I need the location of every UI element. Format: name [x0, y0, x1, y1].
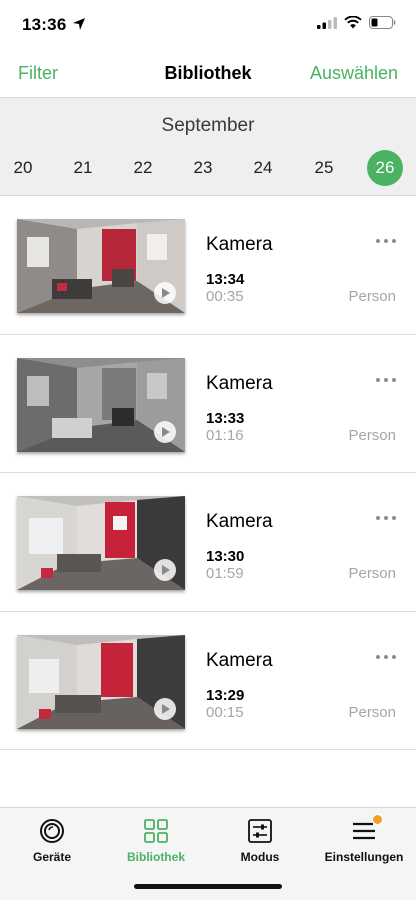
recording-row[interactable]: Kamera 13:29 00:15 Person	[0, 612, 416, 750]
recording-title: Kamera	[206, 234, 273, 255]
recording-title: Kamera	[206, 649, 273, 671]
day-item[interactable]: 20	[5, 150, 41, 186]
recording-tag: Person	[348, 288, 396, 305]
tab-settings[interactable]: Einstellungen	[312, 814, 416, 878]
recording-time: 13:34	[206, 271, 245, 288]
navigation-bar: Filter Bibliothek Auswählen	[0, 50, 416, 98]
battery-icon	[369, 16, 396, 29]
day-item-selected[interactable]: 26	[367, 150, 403, 186]
recording-tag: Person	[348, 703, 396, 721]
camera-lens-icon	[39, 818, 65, 844]
day-item[interactable]: 25	[306, 150, 342, 186]
recording-tag: Person	[348, 426, 396, 444]
recording-row[interactable]: Kamera 13:30 01:59 Person	[0, 473, 416, 612]
tab-mode[interactable]: Modus	[208, 818, 312, 878]
day-list: 20 21 22 23 24 25 26	[0, 150, 416, 186]
recording-row[interactable]: Kamera 13:33 01:16 Person	[0, 335, 416, 473]
recording-duration: 00:15	[206, 703, 244, 721]
play-icon[interactable]	[154, 559, 176, 581]
status-bar: 13:36	[0, 0, 416, 50]
tab-label: Geräte	[32, 850, 72, 864]
recording-title: Kamera	[206, 372, 273, 394]
tab-label: Bibliothek	[126, 850, 185, 864]
recording-time: 13:29	[206, 686, 245, 704]
day-item[interactable]: 22	[125, 150, 161, 186]
status-time: 13:36	[22, 15, 67, 34]
notification-badge	[372, 814, 383, 825]
date-picker: September 20 21 22 23 24 25 26	[0, 98, 416, 196]
play-icon[interactable]	[154, 697, 176, 720]
more-options-icon[interactable]	[376, 375, 396, 385]
day-item[interactable]: 23	[185, 150, 221, 186]
wifi-icon	[344, 16, 362, 29]
select-button[interactable]: Auswählen	[310, 63, 398, 84]
play-icon[interactable]	[154, 420, 176, 443]
day-item[interactable]: 24	[245, 150, 281, 186]
tab-devices[interactable]: Geräte	[0, 818, 104, 878]
grid-icon	[143, 818, 169, 844]
tab-label: Einstellungen	[324, 850, 404, 864]
recording-row[interactable]: Kamera 13:34 00:35 Person	[0, 196, 416, 335]
recording-tag: Person	[348, 565, 396, 582]
tab-library[interactable]: Bibliothek	[104, 818, 208, 878]
more-options-icon[interactable]	[376, 513, 396, 523]
recording-title: Kamera	[206, 511, 273, 532]
recording-duration: 01:16	[206, 426, 244, 444]
home-indicator	[134, 884, 282, 889]
tab-label: Modus	[240, 850, 280, 864]
menu-icon	[351, 814, 383, 844]
location-arrow-icon	[73, 18, 85, 30]
month-label: September	[161, 115, 255, 136]
recording-thumbnail[interactable]	[17, 634, 185, 729]
recording-time: 13:30	[206, 548, 245, 565]
signal-icon	[317, 16, 337, 29]
recordings-list: Kamera 13:34 00:35 Person Kamera 13:33 0…	[0, 196, 416, 750]
recording-time: 13:33	[206, 409, 245, 427]
recording-thumbnail[interactable]	[17, 219, 185, 313]
recording-duration: 00:35	[206, 288, 244, 305]
day-item[interactable]: 21	[65, 150, 101, 186]
recording-duration: 01:59	[206, 565, 244, 582]
recording-thumbnail[interactable]	[17, 357, 185, 452]
status-icons	[317, 16, 396, 29]
recording-thumbnail[interactable]	[17, 496, 185, 590]
more-options-icon[interactable]	[376, 652, 396, 662]
more-options-icon[interactable]	[376, 236, 396, 246]
play-icon[interactable]	[154, 282, 176, 304]
sliders-icon	[247, 818, 273, 844]
